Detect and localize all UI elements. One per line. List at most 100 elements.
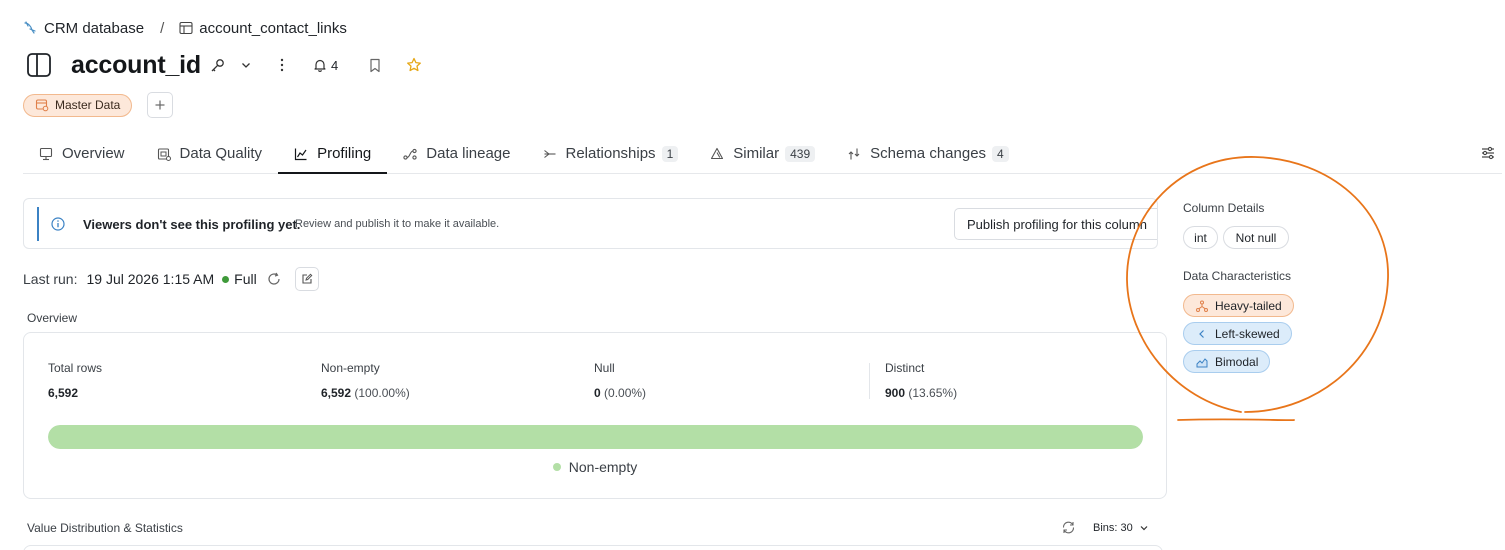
similar-icon — [710, 147, 724, 161]
legend-dot — [552, 463, 561, 471]
monitor-icon — [39, 147, 53, 161]
non-empty-progress-bar — [48, 425, 1143, 449]
edit-settings-button[interactable] — [294, 267, 319, 291]
toggle-panel-button[interactable] — [23, 49, 55, 81]
master-data-tag[interactable]: Master Data — [23, 93, 133, 117]
chip-left-skewed[interactable]: Left-skewed — [1183, 322, 1292, 345]
more-options-icon[interactable] — [271, 54, 293, 76]
type-value: int — [1194, 230, 1207, 245]
tab-bar: Overview Data Quality Profiling Data lin… — [23, 134, 1502, 174]
overview-section-label: Overview — [27, 311, 78, 325]
breadcrumb-table[interactable]: account_contact_links — [199, 20, 347, 37]
tab-schema-changes[interactable]: Schema changes 4 — [831, 134, 1025, 173]
plus-icon — [155, 100, 165, 110]
stat-percent: (100.00%) — [354, 386, 410, 400]
last-run-value: 19 Jul 2026 1:15 AM — [86, 271, 215, 287]
unpublished-banner: Viewers don't see this profiling yet. Re… — [23, 198, 1158, 249]
publish-profiling-button[interactable]: Publish profiling for this column — [954, 208, 1157, 240]
chip-label: Bimodal — [1215, 354, 1259, 369]
tab-label: Relationships — [565, 145, 656, 162]
stat-label: Distinct — [885, 361, 925, 375]
quality-icon — [157, 147, 171, 161]
tab-overview[interactable]: Overview — [23, 134, 141, 173]
chevron-down-icon — [1140, 526, 1148, 531]
notifications-button[interactable]: 4 — [313, 54, 338, 76]
value-distribution-card — [23, 545, 1163, 550]
bookmark-icon[interactable] — [364, 54, 386, 76]
database-tag-icon — [35, 98, 49, 112]
tab-label: Profiling — [317, 145, 372, 162]
banner-subtitle: Review and publish it to make it availab… — [295, 218, 500, 230]
tab-count: 439 — [785, 145, 816, 162]
tab-label: Data Quality — [179, 145, 263, 162]
settings-sliders-icon[interactable] — [1479, 144, 1497, 162]
tab-count: 1 — [661, 145, 679, 162]
tab-label: Similar — [733, 145, 780, 162]
stat-distinct: Distinct 900 (13.65%) — [885, 361, 957, 400]
tab-count: 4 — [992, 145, 1009, 162]
chevron-down-icon[interactable] — [235, 54, 257, 76]
chip-heavy-tailed[interactable]: Heavy-tailed — [1183, 294, 1294, 317]
notification-count: 4 — [330, 57, 339, 73]
tab-label: Data lineage — [426, 145, 511, 162]
database-icon — [23, 20, 39, 36]
run-mode: Full — [234, 271, 257, 287]
chip-label: Left-skewed — [1215, 326, 1280, 341]
chip-bimodal[interactable]: Bimodal — [1183, 350, 1271, 373]
stat-value: 0 — [594, 386, 601, 400]
last-run-row: Last run: 19 Jul 2026 1:15 AM Full — [23, 267, 319, 291]
last-run-label: Last run: — [23, 271, 78, 287]
legend-label: Non-empty — [568, 459, 638, 475]
stat-total-rows: Total rows 6,592 — [48, 361, 102, 400]
breadcrumb-database[interactable]: CRM database — [44, 20, 144, 37]
tab-label: Overview — [62, 145, 125, 162]
star-icon[interactable] — [403, 54, 425, 76]
bar-chart-icon — [294, 147, 308, 161]
table-icon — [178, 20, 194, 36]
tab-data-quality[interactable]: Data Quality — [141, 134, 279, 173]
schema-changes-icon — [847, 147, 861, 161]
stat-divider — [869, 363, 870, 399]
key-icon[interactable] — [207, 54, 229, 76]
edit-icon — [302, 273, 313, 284]
stat-null: Null 0 (0.00%) — [594, 361, 646, 400]
stat-percent: (0.00%) — [604, 386, 647, 400]
tab-similar[interactable]: Similar 439 — [694, 134, 831, 173]
stat-label: Null — [594, 361, 615, 375]
relationships-icon — [543, 147, 557, 161]
rerun-icon[interactable] — [266, 271, 282, 287]
type-pill: int — [1183, 226, 1218, 249]
lineage-icon — [403, 147, 417, 161]
nullability-pill: Not null — [1223, 226, 1289, 249]
stat-value: 6,592 — [48, 386, 79, 400]
branch-icon — [1196, 300, 1208, 312]
banner-accent-bar — [37, 207, 39, 241]
status-dot — [222, 275, 230, 283]
chip-label: Heavy-tailed — [1215, 298, 1282, 313]
bins-dropdown[interactable]: Bins: 30 — [1093, 520, 1149, 536]
info-icon — [51, 217, 65, 231]
add-tag-button[interactable] — [147, 92, 174, 118]
progress-fill — [48, 425, 1143, 449]
nullability-value: Not null — [1235, 230, 1277, 245]
column-details-label: Column Details — [1183, 201, 1265, 215]
breadcrumb: CRM database / account_contact_links — [23, 17, 347, 39]
stat-label: Non-empty — [321, 361, 380, 375]
stat-percent: (13.65%) — [908, 386, 958, 400]
sidebar-panel-icon — [27, 53, 51, 77]
tab-profiling[interactable]: Profiling — [278, 134, 388, 174]
chevron-left-icon — [1196, 328, 1208, 340]
data-characteristics-label: Data Characteristics — [1183, 269, 1292, 283]
banner-title: Viewers don't see this profiling yet. — [83, 217, 301, 232]
title-row: account_id 4 — [23, 48, 425, 82]
value-distribution-label: Value Distribution & Statistics — [27, 521, 183, 535]
tab-relationships[interactable]: Relationships 1 — [527, 134, 695, 173]
bins-label: Bins: 30 — [1093, 522, 1133, 534]
area-chart-icon — [1196, 356, 1208, 368]
tab-data-lineage[interactable]: Data lineage — [387, 134, 526, 173]
tab-label: Schema changes — [870, 145, 987, 162]
stat-value: 6,592 — [321, 386, 352, 400]
bell-icon — [314, 59, 326, 72]
refresh-icon[interactable] — [1061, 520, 1076, 535]
page-title: account_id — [71, 50, 201, 79]
